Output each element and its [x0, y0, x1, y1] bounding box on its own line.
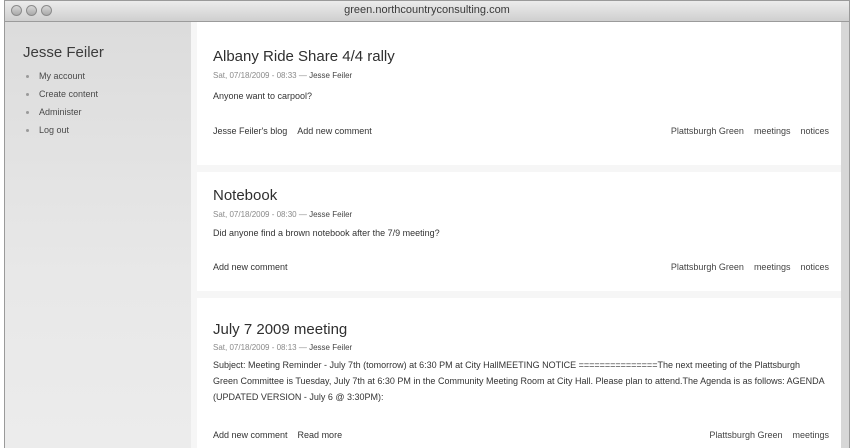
- title-bar[interactable]: green.northcountryconsulting.com: [5, 1, 849, 22]
- node-links: Add new comment Read more: [213, 430, 352, 440]
- bullet-icon: [26, 111, 29, 114]
- menu-item-log-out[interactable]: Log out: [23, 121, 98, 139]
- menu-item-label: Log out: [39, 125, 70, 135]
- sidebar: Jesse Feiler My account Create content A…: [5, 22, 191, 448]
- node-author[interactable]: Jesse Feiler: [309, 210, 352, 219]
- add-comment-link[interactable]: Add new comment: [297, 126, 372, 136]
- browser-window: green.northcountryconsulting.com Jesse F…: [4, 0, 850, 448]
- read-more-link[interactable]: Read more: [298, 430, 343, 440]
- menu-item-my-account[interactable]: My account: [23, 67, 98, 85]
- node-body: Subject: Meeting Reminder - July 7th (to…: [213, 360, 825, 402]
- tag-link[interactable]: Plattsburgh Green: [709, 430, 782, 440]
- menu-item-administer[interactable]: Administer: [23, 103, 98, 121]
- tag-link[interactable]: notices: [800, 126, 829, 136]
- user-menu: My account Create content Administer Log…: [23, 67, 98, 139]
- node-links: Jesse Feiler's blog Add new comment: [213, 126, 382, 136]
- node-author[interactable]: Jesse Feiler: [309, 343, 352, 352]
- node-date: Sat, 07/18/2009 - 08:30 —: [213, 210, 307, 219]
- node-date: Sat, 07/18/2009 - 08:33 —: [213, 71, 307, 80]
- tag-link[interactable]: meetings: [792, 430, 829, 440]
- bullet-icon: [26, 129, 29, 132]
- node-body: Anyone want to carpool?: [213, 91, 313, 101]
- sidebar-username: Jesse Feiler: [23, 44, 104, 61]
- node-post: Albany Ride Share 4/4 rally Sat, 07/18/2…: [197, 22, 841, 165]
- node-links: Add new comment: [213, 262, 298, 272]
- node-tags: Plattsburgh Green meetings notices: [661, 262, 829, 272]
- node-submitted: Sat, 07/18/2009 - 08:33 — Jesse Feiler: [213, 71, 352, 80]
- node-post: July 7 2009 meeting Sat, 07/18/2009 - 08…: [197, 298, 841, 448]
- node-title[interactable]: Notebook: [213, 187, 277, 204]
- bullet-icon: [26, 93, 29, 96]
- add-comment-link[interactable]: Add new comment: [213, 430, 288, 440]
- tag-link[interactable]: meetings: [754, 126, 791, 136]
- bullet-icon: [26, 75, 29, 78]
- node-title[interactable]: Albany Ride Share 4/4 rally: [213, 48, 395, 65]
- node-title[interactable]: July 7 2009 meeting: [213, 321, 347, 338]
- tag-link[interactable]: notices: [800, 262, 829, 272]
- node-body: Did anyone find a brown notebook after t…: [213, 228, 440, 238]
- tag-link[interactable]: Plattsburgh Green: [671, 262, 744, 272]
- node-author[interactable]: Jesse Feiler: [309, 71, 352, 80]
- tag-link[interactable]: Plattsburgh Green: [671, 126, 744, 136]
- tag-link[interactable]: meetings: [754, 262, 791, 272]
- window-title: green.northcountryconsulting.com: [344, 4, 510, 16]
- node-post: Notebook Sat, 07/18/2009 - 08:30 — Jesse…: [197, 172, 841, 291]
- main-content: Albany Ride Share 4/4 rally Sat, 07/18/2…: [191, 22, 841, 448]
- node-date: Sat, 07/18/2009 - 08:13 —: [213, 343, 307, 352]
- node-tags: Plattsburgh Green meetings notices: [661, 126, 829, 136]
- add-comment-link[interactable]: Add new comment: [213, 262, 288, 272]
- node-tags: Plattsburgh Green meetings: [699, 430, 829, 440]
- node-submitted: Sat, 07/18/2009 - 08:13 — Jesse Feiler: [213, 343, 352, 352]
- node-submitted: Sat, 07/18/2009 - 08:30 — Jesse Feiler: [213, 210, 352, 219]
- menu-item-label: Administer: [39, 107, 82, 117]
- scrollbar-track[interactable]: [841, 22, 849, 448]
- blog-link[interactable]: Jesse Feiler's blog: [213, 126, 287, 136]
- menu-item-label: Create content: [39, 89, 99, 99]
- menu-item-create-content[interactable]: Create content: [23, 85, 98, 103]
- menu-item-label: My account: [39, 71, 86, 81]
